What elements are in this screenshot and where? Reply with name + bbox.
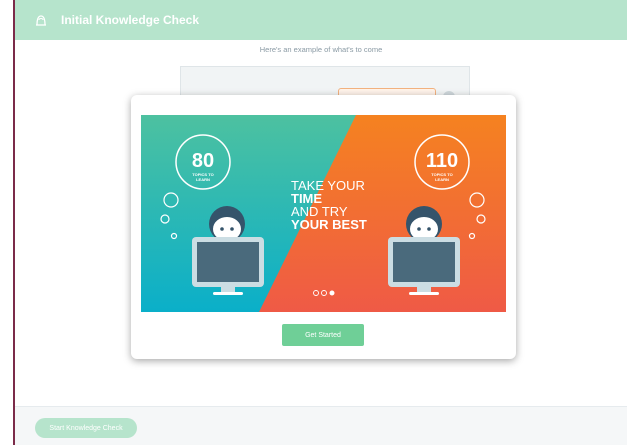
header-bar: Initial Knowledge Check [15, 0, 627, 40]
right-topics-caption-2: LEARN [435, 177, 449, 182]
knowledge-check-app: Initial Knowledge Check Here's an exampl… [15, 0, 627, 445]
intro-modal: 80 TOPICS TO LEARN TAKE YOUR TIME AND TR… [131, 95, 516, 359]
bust-outline-icon [31, 10, 51, 30]
pager-dot-3 [329, 290, 335, 296]
page-title: Initial Knowledge Check [61, 13, 200, 27]
slide-illustration: 80 TOPICS TO LEARN TAKE YOUR TIME AND TR… [141, 115, 506, 312]
preview-background [180, 66, 470, 103]
example-subtitle: Here's an example of what's to come [259, 45, 383, 54]
screen: Initial Knowledge Check Here's an exampl… [0, 0, 627, 445]
headline-line-4: YOUR BEST [291, 217, 367, 232]
intro-slide: 80 TOPICS TO LEARN TAKE YOUR TIME AND TR… [141, 115, 506, 312]
get-started-button[interactable]: Get Started [282, 324, 364, 346]
left-topics-count: 80 [192, 150, 214, 172]
right-topics-count: 110 [426, 150, 458, 172]
start-knowledge-check-button[interactable]: Start Knowledge Check [35, 418, 137, 438]
left-topics-caption-2: LEARN [196, 177, 210, 182]
footer-bar: Start Knowledge Check [15, 407, 627, 445]
window-left-edge [0, 0, 15, 445]
